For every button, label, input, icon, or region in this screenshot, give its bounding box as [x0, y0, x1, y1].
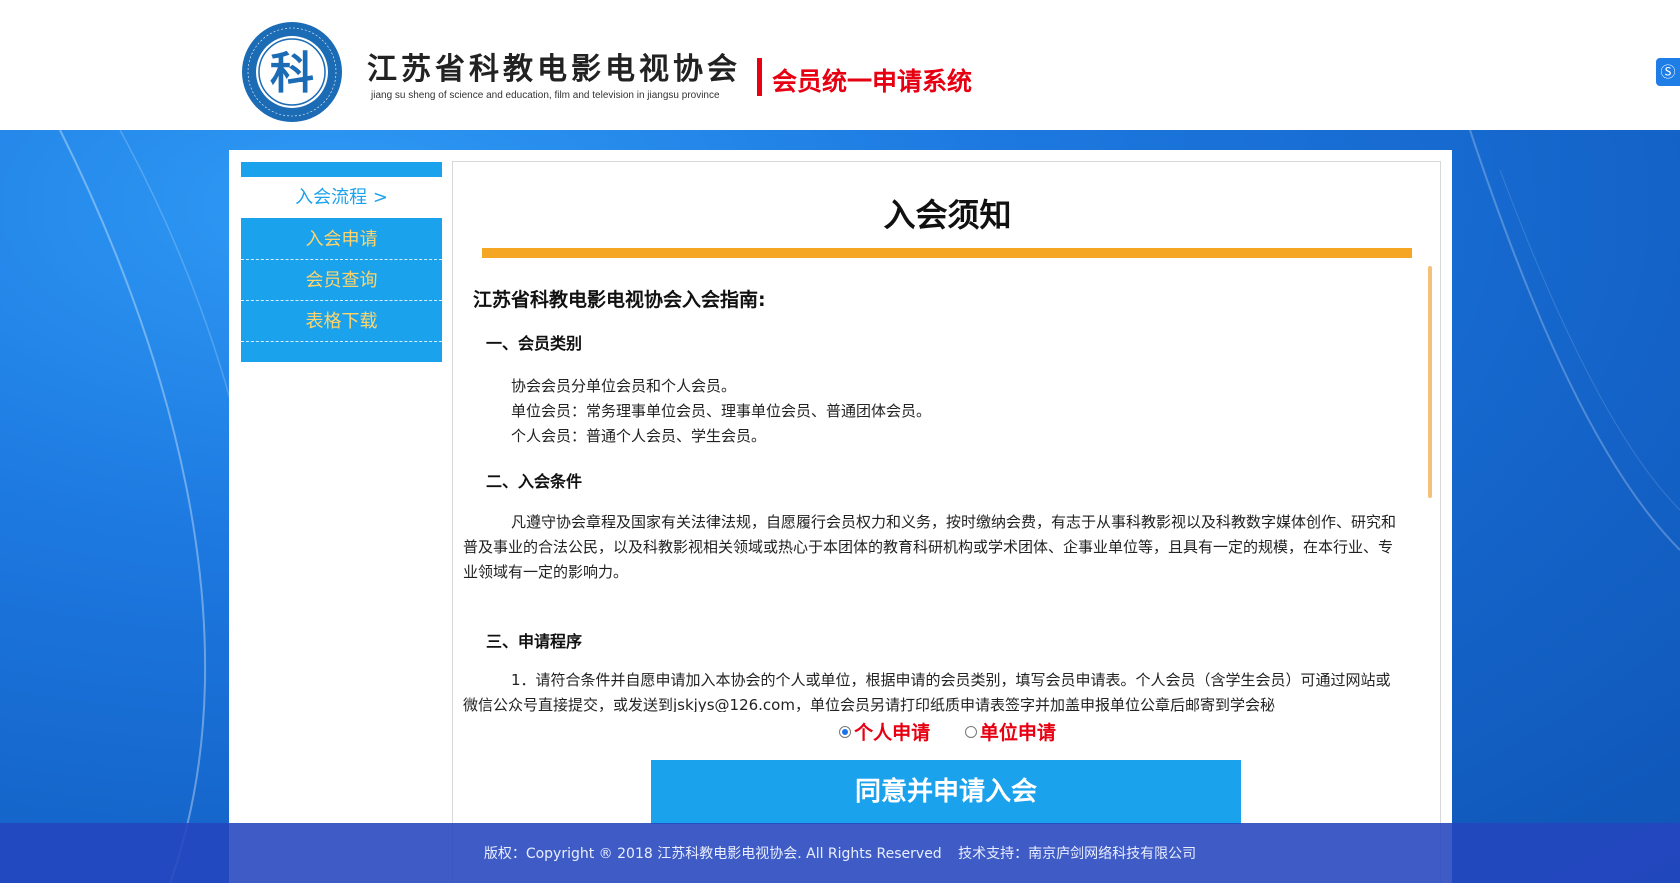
system-name: 会员统一申请系统	[772, 67, 973, 96]
radio-label: 单位申请	[979, 722, 1056, 744]
nav-item-member-query[interactable]: 会员查询	[241, 260, 442, 301]
paragraph-line: 协会会员分单位会员和个人会员。	[511, 377, 737, 395]
left-nav: 入会流程 > 入会申请 会员查询 表格下载	[241, 162, 442, 362]
apply-type-selector: 个人申请 单位申请	[453, 718, 1442, 745]
nav-item-apply[interactable]: 入会申请	[241, 219, 442, 260]
radio-label: 个人申请	[854, 722, 931, 744]
copyright-text: 版权：Copyright ® 2018 江苏科教电影电视协会. All Righ…	[483, 846, 942, 862]
tech-support-text: 技术支持：南京庐剑网络科技有限公司	[958, 846, 1197, 862]
section-heading: 一、会员类别	[486, 334, 583, 353]
footer-text: 版权：Copyright ® 2018 江苏科教电影电视协会. All Righ…	[0, 843, 1680, 863]
notice-title: 入会须知	[883, 196, 1012, 234]
agree-and-apply-button[interactable]: 同意并申请入会	[651, 760, 1241, 824]
radio-unit-apply[interactable]: 单位申请	[964, 718, 1056, 745]
radio-checked-icon	[839, 726, 852, 738]
s-icon: Ⓢ	[1660, 63, 1676, 81]
notice-scroll-area[interactable]: 江苏省科教电影电视协会入会指南: 一、会员类别 协会会员分单位会员和个人会员。 …	[463, 270, 1413, 712]
nav-item-form-download[interactable]: 表格下载	[241, 301, 442, 342]
site-header: 科 江苏省科教电影电视协会 jiang su sheng of science …	[0, 0, 1680, 130]
organization-english-name: jiang su sheng of science and education,…	[371, 90, 720, 101]
notice-panel: 入会须知 江苏省科教电影电视协会入会指南: 一、会员类别 协会会员分单位会员和个…	[452, 161, 1441, 883]
radio-unchecked-icon	[964, 726, 977, 738]
side-tool-button[interactable]: Ⓢ	[1656, 58, 1680, 86]
section-heading: 二、入会条件	[486, 472, 583, 491]
guide-title: 江苏省科教电影电视协会入会指南:	[473, 289, 766, 311]
title-underline	[482, 248, 1412, 258]
paragraph: 1．请符合条件并自愿申请加入本协会的个人或单位，根据申请的会员类别，填写会员申请…	[463, 671, 1391, 712]
paragraph-line: 个人会员：普通个人会员、学生会员。	[511, 427, 767, 445]
section-heading: 三、申请程序	[486, 632, 583, 651]
radio-personal-apply[interactable]: 个人申请	[839, 718, 930, 745]
paragraph: 凡遵守协会章程及国家有关法律法规，自愿履行会员权力和义务，按时缴纳会费，有志于从…	[463, 513, 1397, 581]
organization-name: 江苏省科教电影电视协会	[367, 52, 741, 87]
paragraph-line: 单位会员：常务理事单位会员、理事单位会员、普通团体会员。	[511, 402, 932, 420]
site-footer: 版权：Copyright ® 2018 江苏科教电影电视协会. All Righ…	[0, 823, 1680, 883]
nav-item-process[interactable]: 入会流程 >	[241, 177, 442, 218]
title-divider	[757, 58, 762, 96]
association-logo: 科	[242, 22, 342, 122]
scrollbar-thumb[interactable]	[1428, 266, 1432, 498]
logo-char: 科	[270, 48, 314, 99]
